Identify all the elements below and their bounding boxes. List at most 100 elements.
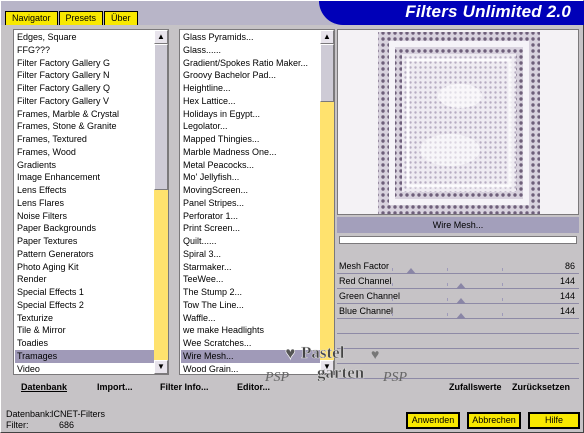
list-item[interactable]: Image Enhancement bbox=[15, 171, 154, 184]
empty-slider-row bbox=[337, 334, 579, 349]
list-item[interactable]: Waffle... bbox=[181, 312, 320, 325]
slider-track[interactable] bbox=[337, 268, 557, 274]
slider-value: 144 bbox=[559, 276, 575, 286]
list-item[interactable]: Wood Grain... bbox=[181, 363, 320, 375]
preview-pane bbox=[337, 29, 579, 215]
list-item[interactable]: Video bbox=[15, 363, 154, 375]
slider-row[interactable]: Red Channel 144 bbox=[337, 274, 579, 289]
list-item[interactable]: Frames, Stone & Granite bbox=[15, 120, 154, 133]
list-item[interactable]: Pattern Generators bbox=[15, 248, 154, 261]
slider-thumb[interactable] bbox=[456, 313, 467, 319]
tab-navigator[interactable]: Navigator bbox=[5, 11, 58, 25]
list-item[interactable]: Spiral 3... bbox=[181, 248, 320, 261]
scroll-down-icon[interactable]: ▼ bbox=[320, 360, 334, 374]
empty-slider-row bbox=[337, 349, 579, 364]
slider-track[interactable] bbox=[337, 313, 557, 319]
scrollbar-thumb[interactable] bbox=[320, 44, 334, 102]
list-item[interactable]: Metal Peacocks... bbox=[181, 159, 320, 172]
random-values-button[interactable]: Zufallswerte bbox=[449, 382, 502, 392]
scroll-down-icon[interactable]: ▼ bbox=[154, 360, 168, 374]
list-item[interactable]: Mapped Thingies... bbox=[181, 133, 320, 146]
list-item[interactable]: The Stump 2... bbox=[181, 286, 320, 299]
list-item[interactable]: Frames, Textured bbox=[15, 133, 154, 146]
tab-presets[interactable]: Presets bbox=[58, 11, 104, 25]
category-list[interactable]: Edges, Square FFG??? Filter Factory Galler… bbox=[13, 29, 169, 375]
list-item[interactable]: Paper Textures bbox=[15, 235, 154, 248]
list-item[interactable]: Toadies bbox=[15, 337, 154, 350]
list-item[interactable]: Special Effects 1 bbox=[15, 286, 154, 299]
list-item[interactable]: Groovy Bachelor Pad... bbox=[181, 69, 320, 82]
slider-tick bbox=[447, 313, 448, 316]
list-item[interactable]: we make Headlights bbox=[181, 324, 320, 337]
scrollbar-thumb[interactable] bbox=[154, 44, 168, 190]
list-item[interactable]: Marble Madness One... bbox=[181, 146, 320, 159]
category-scrollbar[interactable]: ▲ ▼ bbox=[154, 30, 168, 374]
datenbank-button[interactable]: Datenbank bbox=[21, 382, 67, 392]
apply-button[interactable]: Anwenden bbox=[406, 412, 460, 429]
filter-info-button[interactable]: Filter Info... bbox=[160, 382, 209, 392]
filter-name-display: Wire Mesh... bbox=[337, 217, 579, 233]
list-item[interactable]: Filter Factory Gallery N bbox=[15, 69, 154, 82]
list-item[interactable]: Frames, Wood bbox=[15, 146, 154, 159]
scroll-up-icon[interactable]: ▲ bbox=[154, 30, 168, 44]
list-item[interactable]: Edges, Square bbox=[15, 31, 154, 44]
slider-track[interactable] bbox=[337, 298, 557, 304]
status-area: Datenbank: ICNET-Filters Filter: 686 bbox=[6, 409, 105, 431]
list-item[interactable]: Tow The Line... bbox=[181, 299, 320, 312]
list-item[interactable]: Gradient/Spokes Ratio Maker... bbox=[181, 57, 320, 70]
list-item[interactable]: Starmaker... bbox=[181, 261, 320, 274]
list-item[interactable]: Quilt...... bbox=[181, 235, 320, 248]
slider-tick bbox=[447, 268, 448, 271]
list-item[interactable]: Photo Aging Kit bbox=[15, 261, 154, 274]
reset-button[interactable]: Zurücksetzen bbox=[512, 382, 570, 392]
progress-bar bbox=[339, 236, 577, 244]
import-button[interactable]: Import... bbox=[97, 382, 133, 392]
slider-value: 144 bbox=[559, 306, 575, 316]
list-item[interactable]: Glass...... bbox=[181, 44, 320, 57]
slider-value: 86 bbox=[564, 261, 575, 271]
list-item[interactable]: Filter Factory Gallery G bbox=[15, 57, 154, 70]
help-button[interactable]: Hilfe bbox=[528, 412, 580, 429]
slider-tick bbox=[392, 268, 393, 271]
list-item[interactable]: Heightline... bbox=[181, 82, 320, 95]
list-item[interactable]: Filter Factory Gallery V bbox=[15, 95, 154, 108]
list-item[interactable]: Legolator... bbox=[181, 120, 320, 133]
list-item[interactable]: Filter Factory Gallery Q bbox=[15, 82, 154, 95]
filter-list[interactable]: Glass Pyramids... Glass...... Gradient/Spo… bbox=[179, 29, 335, 375]
list-item[interactable]: Print Screen... bbox=[181, 222, 320, 235]
editor-button[interactable]: Editor... bbox=[237, 382, 270, 392]
scroll-up-icon[interactable]: ▲ bbox=[320, 30, 334, 44]
slider-row[interactable]: Mesh Factor 86 bbox=[337, 259, 579, 274]
list-item[interactable]: Hex Lattice... bbox=[181, 95, 320, 108]
list-item[interactable]: Gradients bbox=[15, 159, 154, 172]
list-item[interactable]: Panel Stripes... bbox=[181, 197, 320, 210]
slider-row[interactable]: Green Channel 144 bbox=[337, 289, 579, 304]
list-item[interactable]: FFG??? bbox=[15, 44, 154, 57]
header-bar: Navigator Presets Über Filters Unlimited 2… bbox=[1, 1, 584, 25]
list-item[interactable]: MovingScreen... bbox=[181, 184, 320, 197]
list-item[interactable]: Tramages bbox=[15, 349, 154, 363]
list-item[interactable]: Glass Pyramids... bbox=[181, 31, 320, 44]
list-item[interactable]: Render bbox=[15, 273, 154, 286]
filter-scrollbar[interactable]: ▲ ▼ bbox=[320, 30, 334, 374]
list-item[interactable]: Perforator 1... bbox=[181, 210, 320, 223]
list-item[interactable]: Holidays in Egypt... bbox=[181, 108, 320, 121]
slider-track[interactable] bbox=[337, 283, 557, 289]
list-item[interactable]: Frames, Marble & Crystal bbox=[15, 108, 154, 121]
list-item[interactable]: Lens Effects bbox=[15, 184, 154, 197]
list-item[interactable]: Tile & Mirror bbox=[15, 324, 154, 337]
filters-unlimited-window: Navigator Presets Über Filters Unlimited 2… bbox=[0, 0, 584, 433]
list-item[interactable]: Lens Flares bbox=[15, 197, 154, 210]
list-item[interactable]: Special Effects 2 bbox=[15, 299, 154, 312]
list-item[interactable]: Texturize bbox=[15, 312, 154, 325]
list-item[interactable]: Wire Mesh... bbox=[181, 349, 320, 363]
list-item[interactable]: Noise Filters bbox=[15, 210, 154, 223]
empty-slider-row bbox=[337, 364, 579, 379]
slider-row[interactable]: Blue Channel 144 bbox=[337, 304, 579, 319]
list-item[interactable]: Paper Backgrounds bbox=[15, 222, 154, 235]
list-item[interactable]: TeeWee... bbox=[181, 273, 320, 286]
tab-ber[interactable]: Über bbox=[104, 11, 138, 25]
list-item[interactable]: Wee Scratches... bbox=[181, 337, 320, 350]
list-item[interactable]: Mo' Jellyfish... bbox=[181, 171, 320, 184]
cancel-button[interactable]: Abbrechen bbox=[467, 412, 521, 429]
